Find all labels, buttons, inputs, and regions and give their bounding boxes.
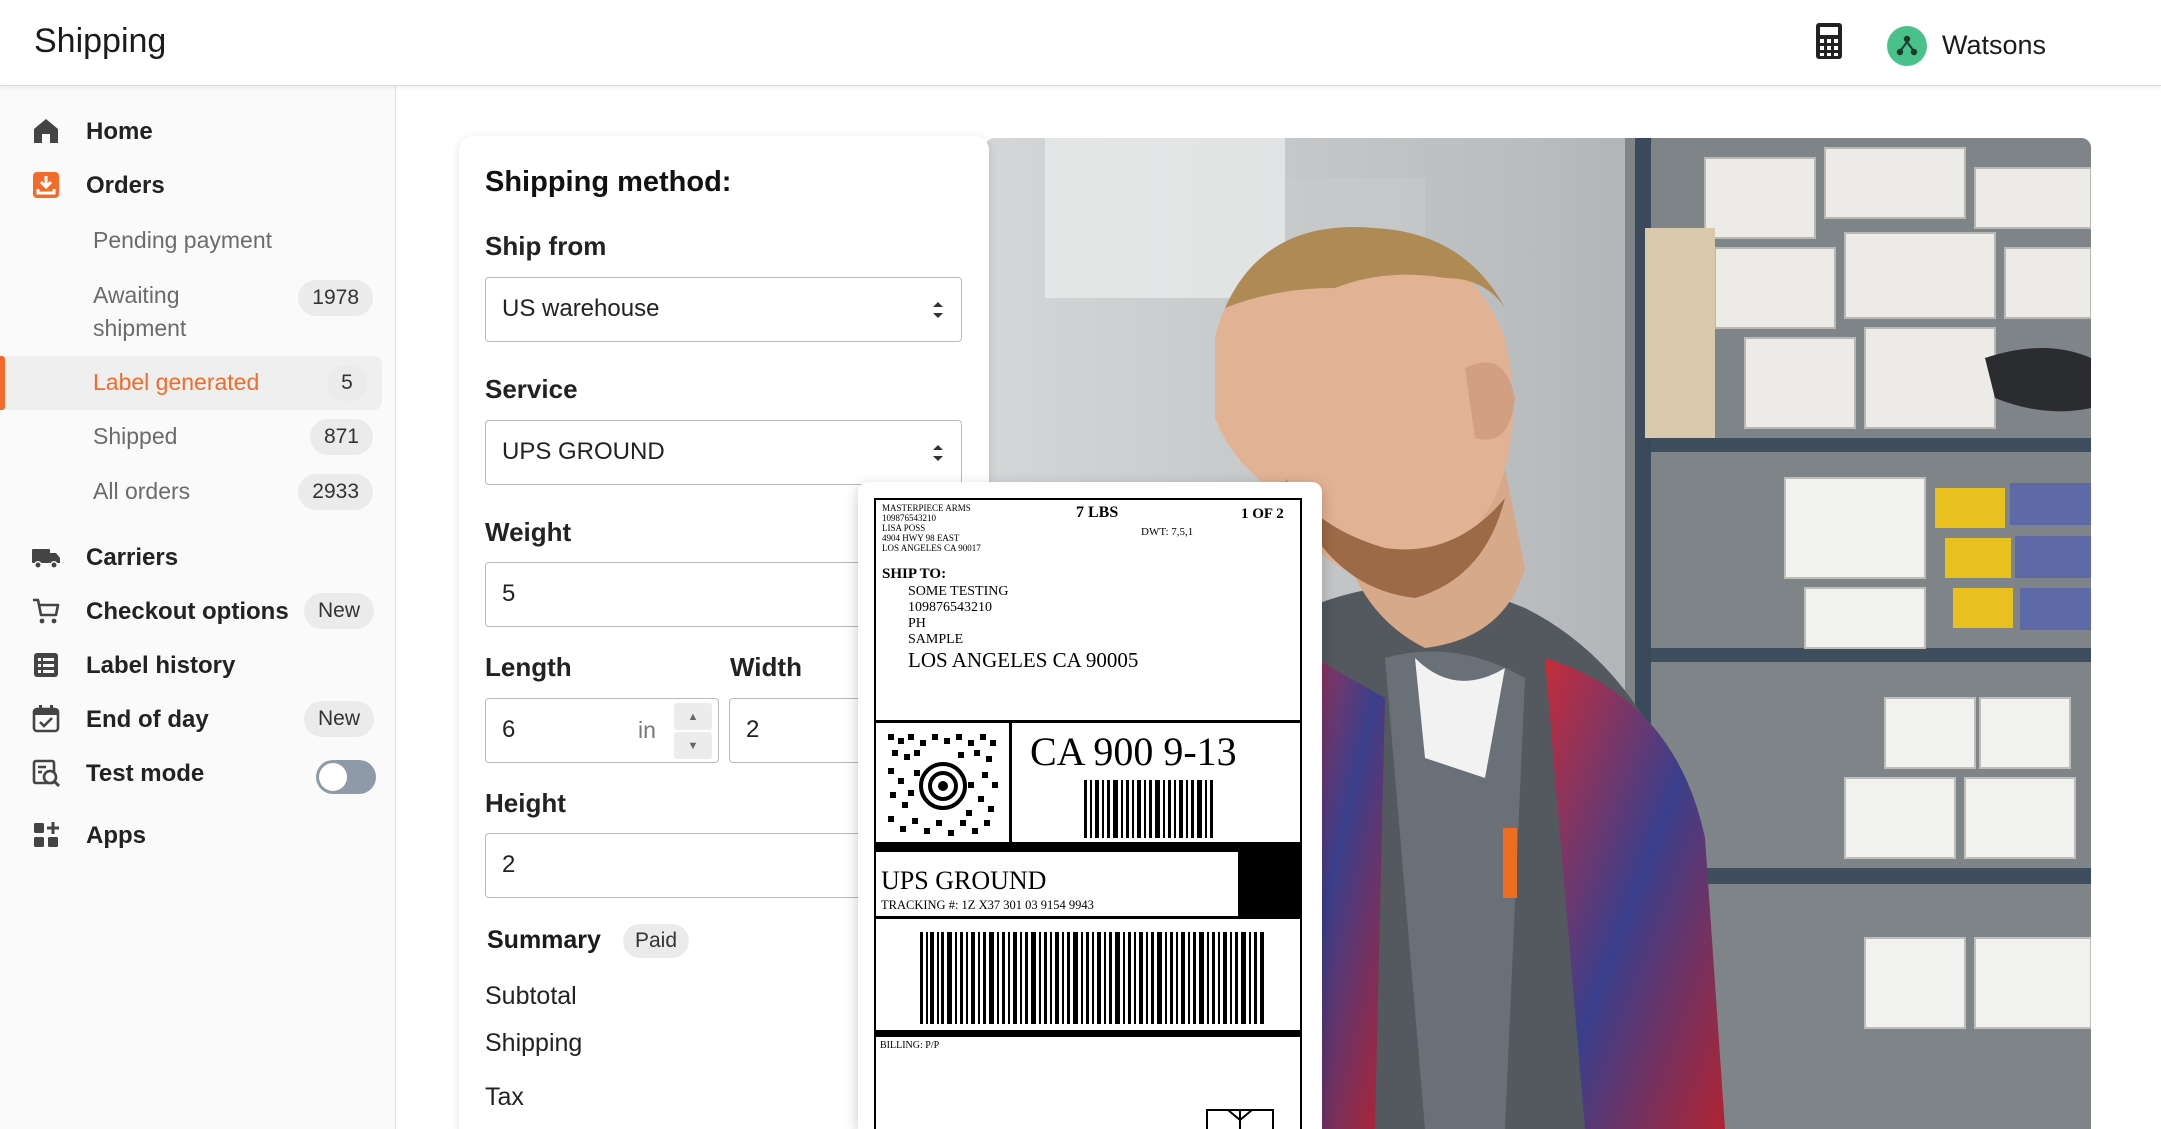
apps-grid-icon — [34, 822, 59, 847]
shipping-label-preview: MASTERPIECE ARMS 109876543210 LISA POSS … — [858, 482, 1322, 1129]
service-block — [1238, 852, 1300, 916]
ship-from-select[interactable]: US warehouse — [485, 277, 962, 342]
sidebar: Home Orders Pending payment Awaiting shi… — [0, 86, 396, 1129]
orders-download-icon — [33, 172, 59, 198]
panel-title: Shipping method: — [485, 166, 732, 198]
nav-orders-label: Orders — [86, 172, 165, 199]
stepper-up-icon[interactable]: ▲ — [674, 703, 712, 730]
cart-icon — [33, 598, 60, 624]
home-icon — [34, 119, 58, 143]
ship-to-line: SOME TESTING — [908, 584, 1009, 599]
user-avatar[interactable] — [1887, 26, 1927, 66]
weight-label: Weight — [485, 517, 572, 547]
shipped-count: 871 — [309, 419, 373, 455]
nav-checkout-options-label: Checkout options — [86, 598, 289, 625]
service-value: UPS GROUND — [502, 438, 665, 465]
length-input[interactable]: 6 in ▲ ▼ — [485, 698, 719, 763]
weight-value: 5 — [502, 580, 516, 607]
awaiting-shipment-count: 1978 — [298, 280, 373, 316]
height-value: 2 — [502, 851, 516, 878]
length-unit: in — [638, 717, 656, 743]
list-icon — [34, 653, 58, 677]
truck-icon — [32, 549, 60, 569]
label-divider — [876, 916, 1300, 919]
nav-end-of-day-label: End of day — [86, 706, 209, 733]
app-title: Shipping — [34, 22, 167, 60]
test-mode-toggle[interactable] — [316, 760, 376, 794]
sub-item-shipped[interactable]: Shipped — [93, 420, 177, 453]
checkout-new-badge: New — [303, 593, 374, 629]
route-code: CA 900 9-13 — [1030, 729, 1237, 774]
stepper-down-icon[interactable]: ▼ — [674, 732, 712, 759]
sub-item-all-orders[interactable]: All orders — [93, 475, 190, 508]
label-generated-count: 5 — [327, 365, 367, 401]
select-arrows-icon — [933, 445, 943, 461]
user-name[interactable]: Watsons — [1942, 30, 2046, 61]
sub-item-awaiting-shipment[interactable]: Awaiting shipment — [93, 279, 263, 345]
route-barcode-icon — [1084, 780, 1213, 838]
nav-home-label: Home — [86, 118, 153, 145]
org-tree-icon — [1896, 35, 1918, 56]
length-label: Length — [485, 652, 572, 682]
label-service: UPS GROUND — [881, 866, 1047, 895]
height-label: Height — [485, 788, 566, 818]
nav-apps-label: Apps — [86, 822, 146, 849]
top-bar: Shipping Watsons — [0, 0, 2161, 86]
ship-from-label: Ship from — [485, 231, 607, 261]
package-count: 1 OF 2 — [1241, 506, 1284, 522]
width-value: 2 — [746, 716, 760, 743]
package-icon — [1206, 1109, 1274, 1129]
select-arrows-icon — [933, 302, 943, 318]
service-select[interactable]: UPS GROUND — [485, 420, 962, 485]
test-mode-icon — [32, 759, 61, 788]
billing-info: BILLING: P/P — [880, 1040, 940, 1051]
calculator-icon[interactable] — [1812, 22, 1846, 60]
nav-orders[interactable]: Orders — [0, 160, 396, 210]
calendar-check-icon — [32, 705, 60, 733]
ship-to-heading: SHIP TO: — [882, 566, 947, 582]
ship-from-value: US warehouse — [502, 295, 660, 322]
shipping-cost-label: Shipping — [485, 1029, 583, 1057]
ship-to-line: PH — [908, 616, 926, 631]
label-divider — [876, 720, 1300, 723]
nav-carriers-label: Carriers — [86, 544, 179, 571]
tracking-number: TRACKING #: 1Z X37 301 03 9154 9943 — [881, 898, 1094, 912]
shipping-label: MASTERPIECE ARMS 109876543210 LISA POSS … — [874, 498, 1302, 1129]
sender-line: LOS ANGELES CA 90017 — [882, 543, 981, 553]
length-stepper[interactable]: ▲ ▼ — [674, 703, 714, 759]
width-label: Width — [730, 652, 802, 682]
subtotal-label: Subtotal — [485, 982, 577, 1010]
end-of-day-new-badge: New — [303, 701, 374, 737]
active-indicator — [0, 356, 5, 410]
label-divider — [1009, 723, 1012, 845]
nav-checkout-options[interactable]: Checkout options New — [0, 586, 396, 636]
length-value: 6 — [502, 716, 516, 743]
nav-end-of-day[interactable]: End of day New — [0, 694, 396, 744]
nav-label-history[interactable]: Label history — [0, 640, 396, 690]
nav-carriers[interactable]: Carriers — [0, 532, 396, 582]
package-weight: 7 LBS — [1076, 504, 1119, 521]
maxicode-icon — [888, 734, 998, 836]
all-orders-count: 2933 — [298, 474, 373, 510]
sub-item-label-generated[interactable]: Label generated — [93, 366, 259, 399]
tax-label: Tax — [485, 1083, 524, 1111]
label-divider — [876, 842, 1300, 852]
ship-to-line: SAMPLE — [908, 632, 964, 647]
paid-badge: Paid — [623, 924, 690, 958]
toggle-knob — [319, 763, 347, 791]
summary-title: Summary — [487, 926, 601, 954]
ship-to-line: 109876543210 — [908, 600, 992, 615]
nav-test-mode-label: Test mode — [86, 760, 205, 787]
nav-home[interactable]: Home — [0, 106, 396, 156]
nav-label-history-label: Label history — [86, 652, 236, 679]
sub-item-pending-payment[interactable]: Pending payment — [93, 224, 272, 257]
label-divider — [876, 1030, 1300, 1037]
tracking-barcode-icon — [920, 932, 1264, 1024]
dimensional-weight: DWT: 7,5,1 — [1141, 526, 1194, 538]
nav-apps[interactable]: Apps — [0, 810, 396, 860]
service-label: Service — [485, 374, 578, 404]
ship-to-city: LOS ANGELES CA 90005 — [908, 648, 1139, 672]
